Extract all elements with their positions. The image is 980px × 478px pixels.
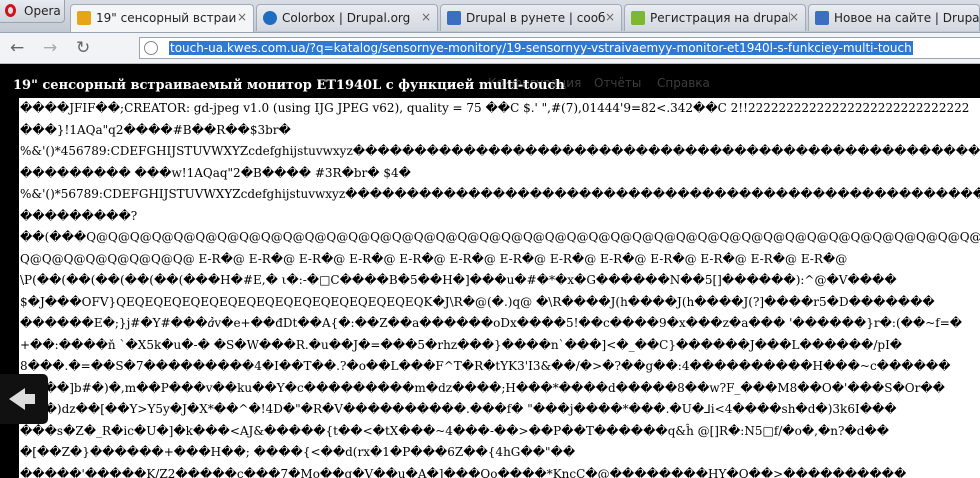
tab-label: Новое на сайте | Drupal [834, 11, 979, 25]
text-line: Q@Q@Q@Q@Q@Q@Q@Q@ E-R�@ E-R�@ E-R�@ E-R�@… [20, 251, 848, 266]
opera-logo-icon [5, 4, 16, 17]
arrow-left-icon [9, 388, 25, 410]
admin-menu-item[interactable]: Справка [657, 76, 710, 90]
text-line: ������E�;}j#�Y#���ꞻv�e+��đDt��A{�:��Z��a… [20, 316, 963, 330]
text-line: ���)dz��[��Y>Y5y�J�X*��^�!4D�"�R�V������… [20, 402, 897, 416]
close-icon[interactable]: × [237, 10, 247, 24]
text-line: ����]b#�)�,m��P���v��ku��Y�c���������m�d… [20, 380, 945, 395]
text-line: ��������� ���w!1AQaq"2�B���� #3R�br� $4� [20, 165, 411, 180]
text-line: ���}!1AQa"q2����#B��R��$3br� [20, 122, 291, 137]
forward-button[interactable]: → [43, 38, 57, 58]
back-button[interactable]: ← [10, 38, 24, 58]
tab-registration[interactable]: Регистрация на drupal.r × [624, 4, 806, 31]
address-toolbar: ← → ↻ touch-ua.kwes.com.ua/?q=katalog/se… [0, 33, 980, 64]
tab-label: Регистрация на drupal.r [650, 11, 790, 25]
tab-label: Drupal в рунете | сообщ [466, 11, 606, 25]
page-icon [77, 11, 91, 25]
form-icon [631, 11, 645, 25]
text-line: 8���.�=��S�7���������4�I��T��.?�o��L���F… [20, 359, 951, 373]
text-line: ����JFIF��;CREATOR: gd-jpeg v1.0 (using … [20, 101, 970, 115]
binary-text-area: ����JFIF��;CREATOR: gd-jpeg v1.0 (using … [19, 98, 980, 478]
page-title: 19" сенсорный встраиваемый монитор ET194… [13, 78, 565, 93]
close-icon[interactable]: × [789, 10, 799, 24]
tab-colorbox[interactable]: Colorbox | Drupal.org × [256, 4, 438, 31]
drupal-icon [263, 11, 277, 25]
reload-button[interactable]: ↻ [76, 38, 90, 58]
text-line: ���������? [20, 208, 138, 223]
drupal-ru-icon [447, 11, 461, 25]
tab-label: 19" сенсорный встраив [96, 11, 236, 25]
admin-menu-item[interactable]: Отчёты [594, 76, 641, 90]
tab-active[interactable]: 19" сенсорный встраив × [70, 4, 254, 32]
text-line: \P(��(��(��(��(��(���H�#E,� ι�:-�□C����B… [20, 273, 897, 287]
globe-icon [144, 41, 158, 55]
url-text[interactable]: touch-ua.kwes.com.ua/?q=katalog/sensorny… [169, 41, 913, 55]
close-icon[interactable]: × [421, 10, 431, 24]
text-line: ��(���Q@Q@Q@Q@Q@Q@Q@Q@Q@Q@Q@Q@Q@Q@Q@Q@Q@… [20, 230, 980, 244]
page-content: Конфигурация Отчёты Справка 19" сенсорны… [0, 64, 980, 478]
text-line: +��:����ň `�X5k�u�-� �S�W���R.�u��J�=���… [20, 337, 903, 352]
arrow-left-icon-stem [25, 394, 35, 404]
previous-arrow-button[interactable] [0, 374, 48, 424]
opera-menu-button[interactable]: Opera [0, 0, 65, 23]
text-line: ���s�Z�_R�ic�U�]�k���<AJ&�����{t��<�tX��… [20, 423, 890, 438]
tab-label: Colorbox | Drupal.org [282, 11, 411, 25]
tab-new-on-site[interactable]: Новое на сайте | Drupal [808, 4, 980, 31]
opera-menu-label: Opera [24, 4, 61, 18]
text-line: �����'�����K/Z2�����c���7�Mo��g�V��u�A�]… [20, 466, 907, 478]
text-line: $�J���OFV}QEQEQEQEQEQEQEQEQEQEQEQEQEQEQE… [20, 294, 935, 309]
text-line: �[��Z�}������+���H��; ����{<��d(rx�1�P��… [20, 445, 576, 459]
text-line: %&'()*456789:CDEFGHIJSTUVWXYZcdefghijstu… [20, 144, 980, 158]
address-field[interactable]: touch-ua.kwes.com.ua/?q=katalog/sensorny… [139, 37, 980, 59]
tab-drupal-runet[interactable]: Drupal в рунете | сообщ × [440, 4, 622, 31]
text-line: %&'()*56789:CDEFGHIJSTUVWXYZcdefghijstuv… [20, 187, 980, 201]
drupal-ru-icon [815, 11, 829, 25]
tab-bar: Opera 19" сенсорный встраив × Colorbox |… [0, 0, 980, 33]
close-icon[interactable]: × [605, 10, 615, 24]
